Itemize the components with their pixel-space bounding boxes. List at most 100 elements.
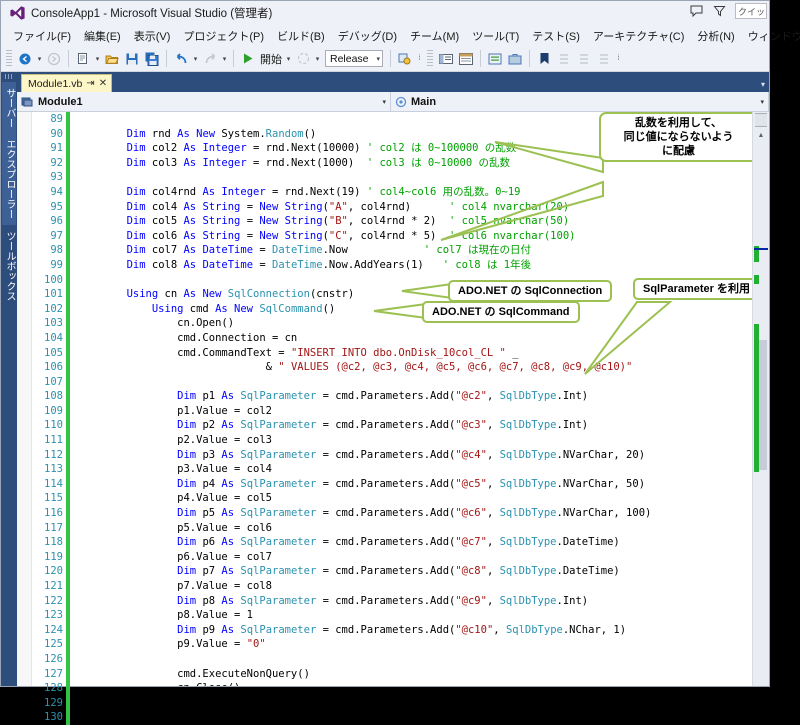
new-project-dropdown-icon[interactable]: ▾ [93, 49, 102, 69]
code-token: SqlDbType [499, 390, 557, 403]
window-layout-icon[interactable] [554, 49, 574, 69]
menu-item-project[interactable]: プロジェクト(P) [177, 26, 270, 46]
menu-item-file[interactable]: ファイル(F) [7, 26, 77, 46]
menu-item-tools[interactable]: ツール(T) [466, 26, 525, 46]
find-in-files-icon[interactable] [395, 49, 415, 69]
sidebar-item-toolbox[interactable]: ツールボックス [2, 225, 16, 307]
line-number: 95 [50, 200, 63, 213]
bookmark-icon[interactable] [534, 49, 554, 69]
code-token: col4rnd [145, 185, 203, 198]
line-number: 99 [50, 258, 63, 271]
menu-item-analyze[interactable]: 分析(N) [691, 26, 740, 46]
code-token: p6.Value = col7 [76, 550, 272, 563]
pause-icon[interactable] [293, 49, 313, 69]
start-debug-play-icon[interactable] [238, 49, 258, 69]
code-token: () [303, 127, 317, 140]
save-icon[interactable] [122, 49, 142, 69]
toolbar-grip[interactable] [6, 50, 12, 67]
code-line: Dim p6 As SqlParameter = cmd.Parameters.… [76, 535, 752, 550]
callout-sqlparameter-tail [584, 301, 673, 375]
line-number: 105 [44, 346, 63, 359]
code-line: p2.Value = col3 [76, 433, 752, 448]
code-token: Random [265, 127, 304, 140]
navigate-forward-icon[interactable] [44, 49, 64, 69]
toolbar-overflow-icon[interactable]: ⁞ [614, 49, 623, 69]
start-debug-dropdown-icon[interactable]: ▾ [284, 49, 293, 69]
line-number: 104 [44, 331, 63, 344]
change-marker [754, 324, 759, 472]
undo-icon[interactable] [171, 49, 191, 69]
sidebar-item-server-explorer[interactable]: サーバー エクスプローラー [2, 82, 16, 225]
notification-flag-icon[interactable] [712, 4, 727, 19]
window-layout-3-icon[interactable] [594, 49, 614, 69]
navigate-back-icon[interactable] [15, 49, 35, 69]
find-dropdown-icon[interactable]: ⁞ [415, 49, 424, 69]
code-token: = cmd.Parameters.Add( [316, 390, 456, 403]
menu-item-build[interactable]: ビルド(B) [271, 26, 331, 46]
undo-dropdown-icon[interactable]: ▾ [191, 49, 200, 69]
code-token: cn.Open() [76, 317, 235, 330]
solution-configuration-combo[interactable]: Release ▾ [325, 50, 383, 67]
menu-item-architecture[interactable]: アーキテクチャ(C) [587, 26, 691, 46]
code-token: , [486, 507, 500, 520]
toolbar-grip[interactable] [427, 50, 433, 67]
quick-launch-input[interactable]: クイック [735, 3, 767, 19]
code-token: As New [215, 302, 254, 315]
menu-item-debug[interactable]: デバッグ(D) [332, 26, 403, 46]
navigate-back-dropdown-icon[interactable]: ▾ [35, 49, 44, 69]
menu-item-test[interactable]: テスト(S) [526, 26, 586, 46]
editor-splitter-handle[interactable] [755, 113, 767, 127]
code-token: .NVarChar, 50) [556, 477, 646, 490]
code-token: = cmd.Parameters.Add( [316, 419, 456, 432]
pin-icon[interactable]: ⇥ [86, 78, 94, 89]
code-token: p8 [196, 594, 222, 607]
solution-explorer-icon[interactable] [436, 49, 456, 69]
line-number: 107 [44, 375, 63, 388]
line-number: 91 [50, 142, 63, 155]
code-token: , [486, 565, 500, 578]
save-all-icon[interactable] [142, 49, 162, 69]
main-body: サーバー エクスプローラー ツールボックス Module1.vb ⇥ ✕ ▾ M… [1, 72, 769, 725]
dock-grip[interactable] [5, 74, 13, 79]
pause-dropdown-icon[interactable]: ▾ [313, 49, 322, 69]
code-navigation-bar: Module1 ▾ Main ▾ [17, 92, 769, 112]
code-token: p9.Value = [76, 638, 247, 651]
code-token: Dim [126, 156, 146, 169]
code-token: , [486, 594, 500, 607]
code-editor[interactable]: 89 90 91 92 93 94 95 96 97 98 99 100 101 102 103 104 105… [17, 112, 769, 725]
code-token: = cmd.Parameters.Add( [316, 448, 456, 461]
start-debug-label[interactable]: 開始 [258, 51, 284, 67]
menu-item-view[interactable]: 表示(V) [128, 26, 177, 46]
member-dropdown-value: Main [411, 95, 437, 108]
code-token: System. [215, 127, 266, 140]
code-token: SqlDbType [499, 536, 557, 549]
code-token: , [486, 448, 500, 461]
window-layout-2-icon[interactable] [574, 49, 594, 69]
method-icon [395, 96, 407, 108]
code-token: SqlParameter [240, 565, 317, 578]
error-list-icon[interactable] [485, 49, 505, 69]
outlining-margin[interactable] [17, 112, 32, 686]
line-number: 102 [44, 302, 63, 315]
redo-dropdown-icon[interactable]: ▾ [220, 49, 229, 69]
code-token: Using [126, 288, 159, 301]
line-number: 109 [44, 404, 63, 417]
menu-item-edit[interactable]: 編集(E) [78, 26, 127, 46]
new-project-icon[interactable] [73, 49, 93, 69]
toolbox-icon[interactable] [505, 49, 525, 69]
redo-icon[interactable] [200, 49, 220, 69]
tab-overflow-chevron-down-icon[interactable]: ▾ [761, 80, 765, 89]
menu-bar: ファイル(F) 編集(E) 表示(V) プロジェクト(P) ビルド(B) デバッ… [1, 25, 800, 46]
document-tab-module1vb[interactable]: Module1.vb ⇥ ✕ [21, 74, 113, 92]
menu-item-team[interactable]: チーム(M) [404, 26, 465, 46]
code-text-surface[interactable]: Dim rnd As New System.Random() Dim col2 … [70, 112, 752, 686]
properties-window-icon[interactable] [456, 49, 476, 69]
scroll-up-arrow-icon[interactable]: ▲ [753, 128, 769, 143]
close-icon[interactable]: ✕ [99, 78, 107, 89]
type-dropdown[interactable]: Module1 ▾ [17, 92, 391, 111]
vertical-scrollbar[interactable]: ▲ [752, 112, 769, 686]
open-file-icon[interactable] [102, 49, 122, 69]
feedback-smiley-icon[interactable] [689, 4, 704, 19]
member-dropdown[interactable]: Main ▾ [391, 92, 769, 111]
menu-item-window[interactable]: ウィンドウ(W) [742, 26, 800, 46]
